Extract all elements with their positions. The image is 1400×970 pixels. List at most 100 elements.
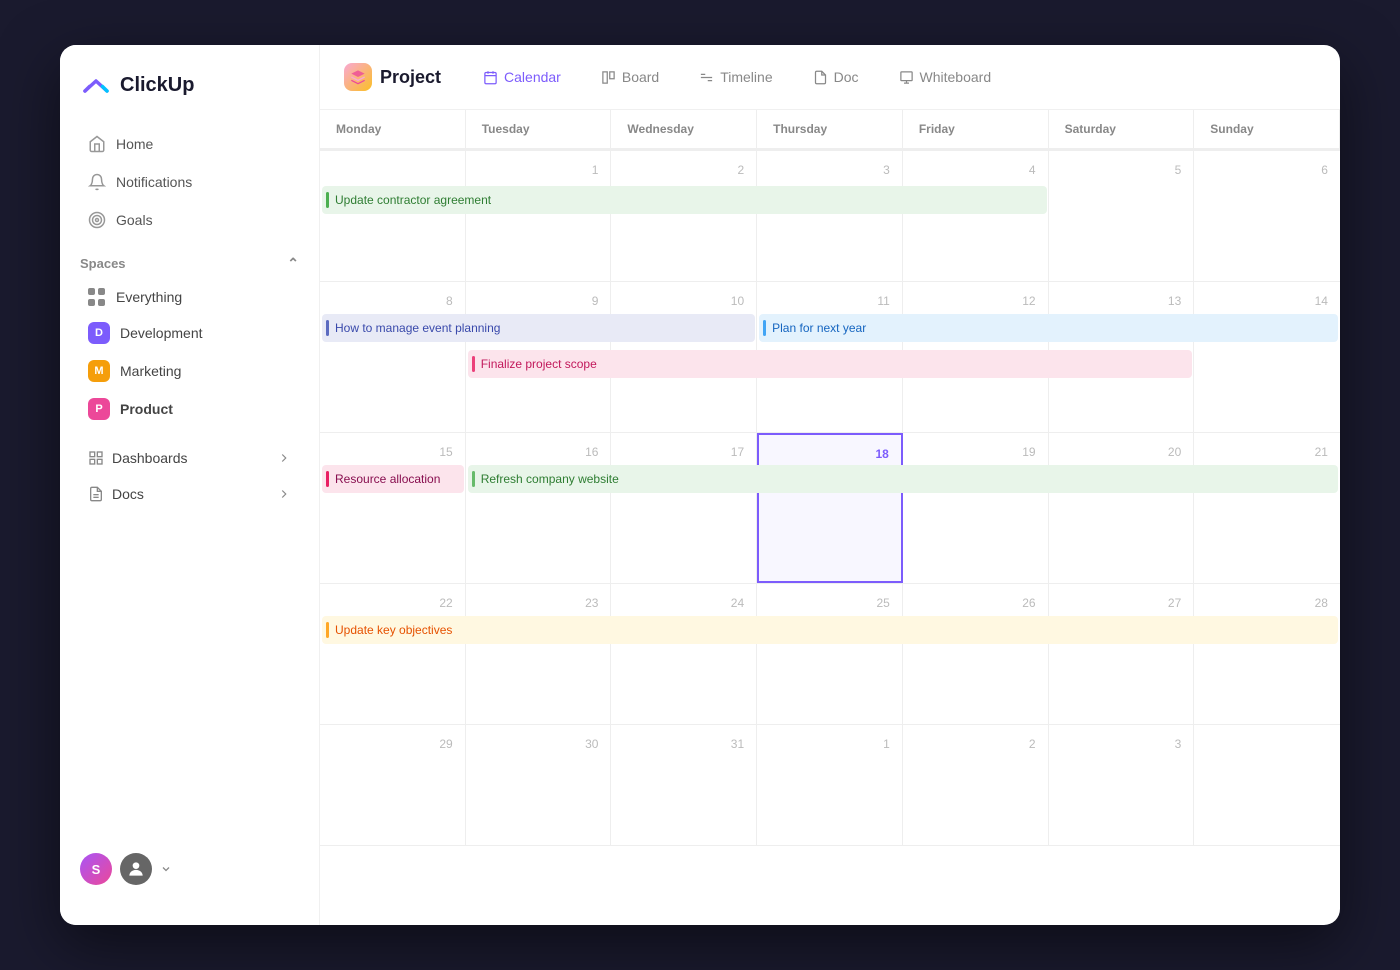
view-title: Project [344,63,441,91]
dashboards-chevron-icon [277,451,291,465]
spaces-label: Spaces [80,256,126,271]
user2-icon [126,859,146,879]
dashboards-label: Dashboards [112,450,188,466]
marketing-label: Marketing [120,363,181,379]
development-badge: D [88,322,110,344]
week5-cell-2: 31 [611,725,757,845]
week5-cell-0: 29 [320,725,466,845]
sidebar-item-docs[interactable]: Docs [68,476,311,512]
week3-cell-5: 20 [1049,433,1195,583]
sidebar-item-everything[interactable]: Everything [68,280,311,314]
event-update-objectives[interactable]: Update key objectives [322,616,1338,644]
spaces-header: Spaces ⌃ [60,239,319,280]
week-row-3: 15 16 17 18 19 20 21 Resource allocation [320,433,1340,584]
week-row-4: 22 23 24 25 26 27 28 Update key objectiv… [320,584,1340,725]
docs-label: Docs [112,486,144,502]
development-letter: D [95,327,103,339]
bell-icon [88,173,106,191]
day-monday: Monday [336,122,381,136]
day-header-saturday: Saturday [1049,110,1195,149]
week3-cell-6: 21 [1194,433,1340,583]
notifications-label: Notifications [116,174,192,190]
user-dropdown-icon[interactable] [160,863,172,875]
week5-cell-1: 30 [466,725,612,845]
week4-cell-0: 22 [320,584,466,724]
development-label: Development [120,325,203,341]
sidebar-item-development[interactable]: D Development [68,314,311,352]
event-refresh-website-label: Refresh company website [481,472,619,486]
week1-cell-0 [320,151,466,281]
cube-icon [350,69,366,85]
clickup-logo-icon [80,69,112,101]
board-tab-icon [601,70,616,85]
marketing-letter: M [94,365,103,377]
event-finalize-project-label: Finalize project scope [481,357,597,371]
tab-board-label: Board [622,69,659,85]
day-saturday: Saturday [1065,122,1116,136]
event-refresh-website[interactable]: Refresh company website [468,465,1338,493]
sidebar: ClickUp Home Notifications Goals Spaces … [60,45,320,925]
sidebar-item-marketing[interactable]: M Marketing [68,352,311,390]
day-header-thursday: Thursday [757,110,903,149]
tab-doc-label: Doc [834,69,859,85]
day-header-friday: Friday [903,110,1049,149]
sidebar-item-goals[interactable]: Goals [68,201,311,239]
week4-cell-4: 26 [903,584,1049,724]
product-label: Product [120,401,173,417]
main-content: Project Calendar Board Timeline [320,45,1340,925]
tab-calendar[interactable]: Calendar [473,63,571,91]
week3-cell-2: 17 [611,433,757,583]
tab-doc[interactable]: Doc [803,63,869,91]
doc-tab-icon [813,70,828,85]
marketing-badge: M [88,360,110,382]
week3-cell-1: 16 [466,433,612,583]
timeline-tab-icon [699,70,714,85]
event-event-planning[interactable]: How to manage event planning [322,314,755,342]
calendar-header: Monday Tuesday Wednesday Thursday Friday [320,110,1340,151]
top-bar: Project Calendar Board Timeline [320,45,1340,110]
tab-timeline-label: Timeline [720,69,772,85]
tab-board[interactable]: Board [591,63,669,91]
product-badge: P [88,398,110,420]
whiteboard-tab-icon [899,70,914,85]
calendar-area[interactable]: Monday Tuesday Wednesday Thursday Friday [320,110,1340,925]
sidebar-item-dashboards[interactable]: Dashboards [68,440,311,476]
spaces-chevron[interactable]: ⌃ [287,255,299,272]
day-header-tuesday: Tuesday [466,110,612,149]
event-resource-label: Resource allocation [335,472,440,486]
tab-timeline[interactable]: Timeline [689,63,782,91]
docs-icon [88,486,104,502]
event-update-objectives-label: Update key objectives [335,623,452,637]
day-thursday: Thursday [773,122,827,136]
week2-cell-0: 8 [320,282,466,432]
day-friday: Friday [919,122,955,136]
home-icon [88,135,106,153]
tab-whiteboard[interactable]: Whiteboard [889,63,1002,91]
week3-cell-0: 15 [320,433,466,583]
event-update-contractor-label: Update contractor agreement [335,193,491,207]
week5-cell-6 [1194,725,1340,845]
sidebar-item-notifications[interactable]: Notifications [68,163,311,201]
week1-cell-5: 5 [1049,151,1195,281]
user-area[interactable]: S [60,837,319,901]
day-tuesday: Tuesday [482,122,530,136]
project-label: Project [380,67,441,88]
sidebar-item-home[interactable]: Home [68,125,311,163]
event-finalize-project[interactable]: Finalize project scope [468,350,1193,378]
tab-whiteboard-label: Whiteboard [920,69,992,85]
week3-cell-3-selected: 18 [757,433,903,583]
event-update-contractor[interactable]: Update contractor agreement [322,186,1047,214]
week1-cell-6: 6 [1194,151,1340,281]
user-avatar-2 [120,853,152,885]
week-row-2: 8 9 10 11 12 13 14 How to manage event p… [320,282,1340,433]
week2-cell-6: 14 [1194,282,1340,432]
sidebar-item-product[interactable]: P Product [68,390,311,428]
week4-cell-3: 25 [757,584,903,724]
logo-area: ClickUp [60,69,319,125]
tab-calendar-label: Calendar [504,69,561,85]
event-resource-allocation[interactable]: Resource allocation [322,465,464,493]
event-plan-next-year[interactable]: Plan for next year [759,314,1338,342]
everything-label: Everything [116,289,182,305]
project-icon [344,63,372,91]
week-row-5: 29 30 31 1 2 3 [320,725,1340,846]
